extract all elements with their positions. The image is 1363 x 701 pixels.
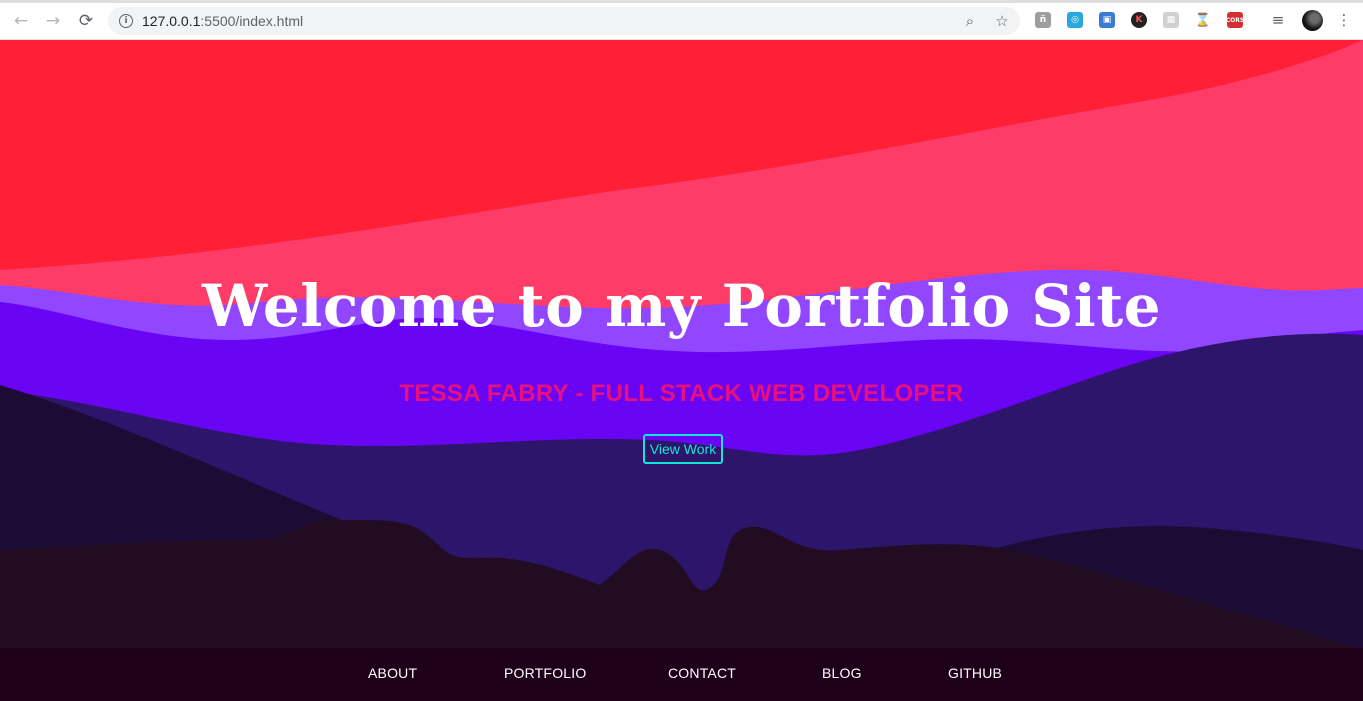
extension-cors-icon[interactable]: CORS	[1226, 12, 1244, 28]
footer-nav: ABOUT PORTFOLIO CONTACT BLOG GITHUB	[0, 648, 1363, 701]
extension-blue-square-icon[interactable]: ▣	[1099, 12, 1115, 28]
tab-strip	[0, 0, 1363, 3]
extension-hourglass-icon[interactable]: ⌛	[1195, 12, 1211, 28]
footer-link-github[interactable]: GITHUB	[948, 665, 1002, 681]
url-path: :5500/index.html	[200, 13, 304, 29]
footer-link-about[interactable]: ABOUT	[368, 665, 417, 681]
hero-title: Welcome to my Portfolio Site	[201, 272, 1162, 340]
kebab-menu-icon[interactable]: ⋮	[1334, 10, 1354, 30]
media-control-icon[interactable]: ≡	[1268, 10, 1288, 30]
back-arrow-icon[interactable]: ←	[9, 9, 33, 33]
star-icon[interactable]: ☆	[993, 12, 1011, 30]
url-host: 127.0.0.1	[142, 13, 201, 29]
profile-avatar[interactable]	[1302, 10, 1323, 31]
hero-landscape-background	[0, 40, 1363, 701]
footer-link-contact[interactable]: CONTACT	[668, 665, 736, 681]
address-bar[interactable]: i 127.0.0.1:5500/index.html ⌕ ☆	[108, 7, 1020, 35]
footer-link-blog[interactable]: BLOG	[822, 665, 862, 681]
hero-subtitle: TESSA FABRY - FULL STACK WEB DEVELOPER	[399, 380, 964, 407]
extension-k-icon[interactable]: K	[1131, 12, 1147, 28]
zoom-icon[interactable]: ⌕	[961, 12, 979, 30]
footer-link-portfolio[interactable]: PORTFOLIO	[504, 665, 586, 681]
extension-grid-icon[interactable]: ▦	[1163, 12, 1179, 28]
view-work-button[interactable]: View Work	[643, 434, 723, 464]
reload-icon[interactable]: ⟳	[74, 9, 98, 33]
url-text[interactable]: 127.0.0.1:5500/index.html	[142, 13, 303, 29]
browser-toolbar: ← → ⟳ i 127.0.0.1:5500/index.html ⌕ ☆ ñ ◎…	[0, 0, 1363, 40]
page-viewport: Welcome to my Portfolio Site TESSA FABRY…	[0, 40, 1363, 701]
extension-blue-circle-icon[interactable]: ◎	[1067, 12, 1083, 28]
extension-a-icon[interactable]: ñ	[1035, 12, 1051, 28]
forward-arrow-icon[interactable]: →	[41, 9, 65, 33]
info-icon[interactable]: i	[119, 14, 133, 28]
